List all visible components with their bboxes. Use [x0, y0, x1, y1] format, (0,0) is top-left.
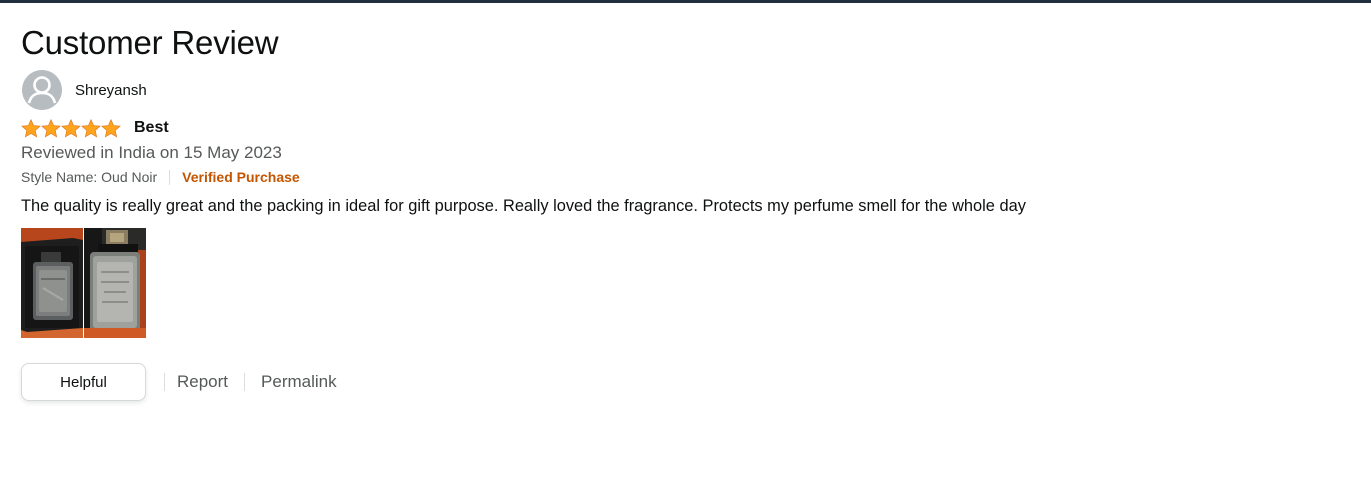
star-icon	[101, 118, 121, 138]
review-photo-perfume-bottle-box-icon	[21, 228, 83, 338]
avatar[interactable]	[22, 70, 62, 110]
meta-divider	[169, 169, 171, 185]
report-link[interactable]: Report	[177, 372, 228, 392]
review-headline: Best	[134, 119, 169, 136]
review-date: Reviewed in India on 15 May 2023	[21, 143, 282, 162]
action-divider	[164, 373, 165, 391]
review-body: The quality is really great and the pack…	[21, 197, 1026, 215]
rating-row: Best	[21, 117, 1341, 139]
review-photo-perfume-bottle-front-icon	[84, 228, 146, 338]
style-name: Style Name: Oud Noir	[21, 169, 158, 185]
reviewer-name[interactable]: Shreyansh	[75, 82, 147, 99]
default-user-icon	[22, 70, 62, 110]
verified-purchase-badge: Verified Purchase	[182, 169, 300, 185]
star-icon	[81, 118, 101, 138]
top-border	[0, 0, 1371, 3]
permalink-link[interactable]: Permalink	[261, 372, 337, 392]
action-divider	[244, 373, 246, 391]
review-actions: Helpful Report Permalink	[21, 363, 1341, 401]
star-rating[interactable]	[21, 118, 121, 138]
review-image-thumbnail[interactable]	[84, 228, 146, 338]
customer-review: Customer Review Shreyansh Best Reviewed …	[21, 22, 1341, 401]
review-images	[21, 228, 1341, 338]
star-icon	[61, 118, 81, 138]
review-image-thumbnail[interactable]	[21, 228, 83, 338]
page-title: Customer Review	[21, 24, 279, 61]
reviewer-profile[interactable]: Shreyansh	[21, 70, 1341, 110]
star-icon	[21, 118, 41, 138]
review-meta: Style Name: Oud Noir Verified Purchase	[21, 168, 1341, 186]
star-icon	[41, 118, 61, 138]
helpful-button[interactable]: Helpful	[21, 363, 146, 401]
